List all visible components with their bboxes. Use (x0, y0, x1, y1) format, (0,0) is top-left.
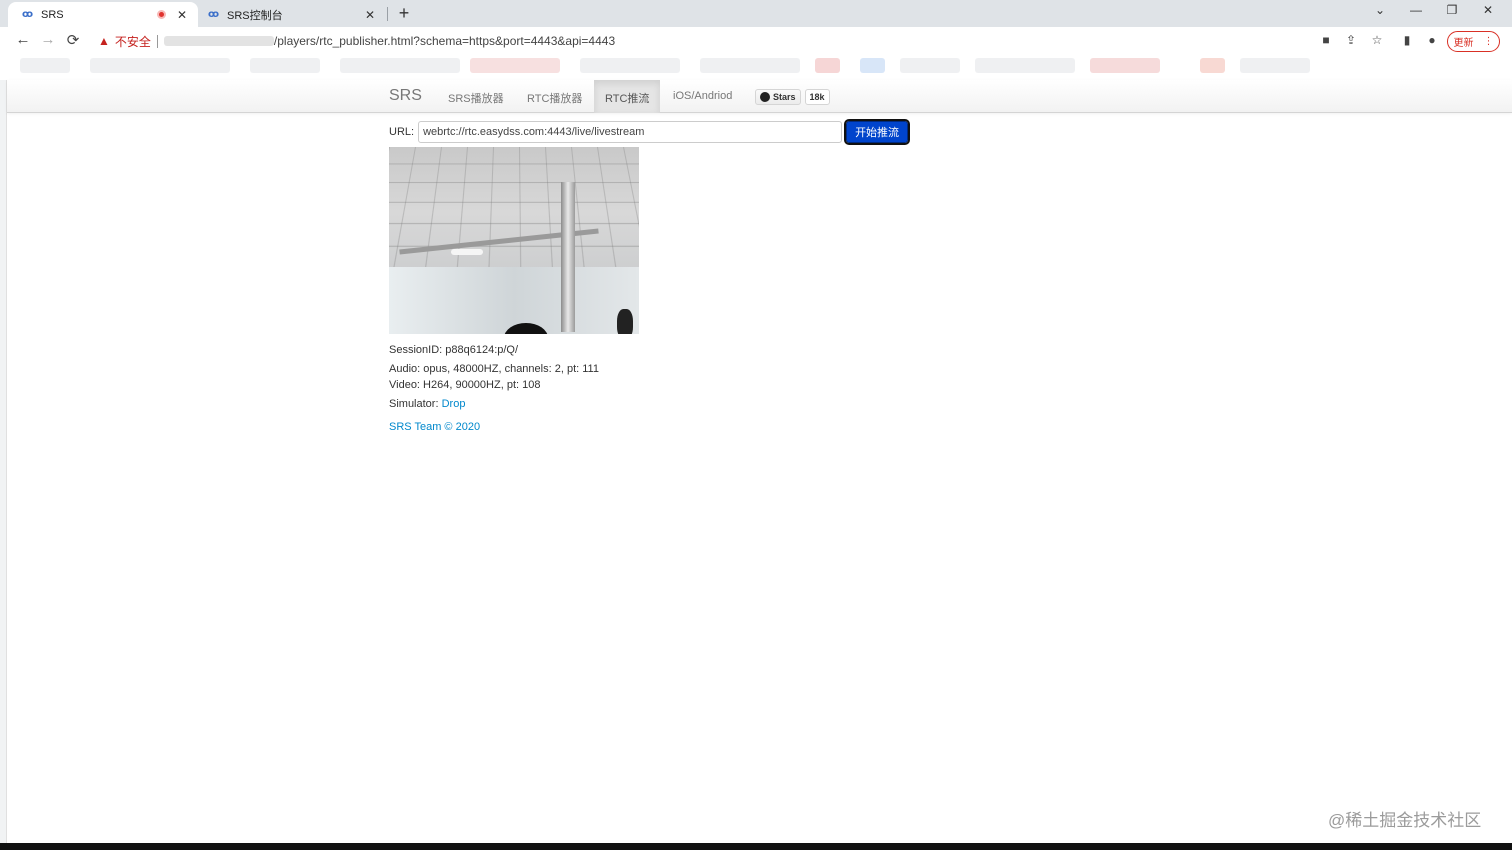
footer-link[interactable]: SRS Team © 2020 (389, 421, 480, 433)
bookmark-item[interactable] (700, 58, 800, 73)
reload-button[interactable]: ⟳ (63, 31, 83, 49)
minimize-button[interactable]: — (1406, 3, 1426, 17)
stream-url-input[interactable] (418, 121, 842, 143)
nav-srs-player[interactable]: SRS播放器 (448, 90, 504, 106)
tab-close-icon[interactable]: ✕ (362, 8, 378, 22)
start-publish-button[interactable]: 开始推流 (846, 121, 908, 143)
recording-indicator-icon (157, 10, 166, 19)
bookmark-item[interactable] (580, 58, 680, 73)
update-button[interactable]: 更新 ⋮ (1447, 31, 1500, 52)
bookmarks-bar (0, 54, 1512, 78)
address-separator (157, 35, 158, 48)
url-row: URL: 开始推流 (389, 121, 908, 143)
github-stars-button[interactable]: Stars (755, 89, 801, 105)
new-tab-button[interactable]: + (396, 3, 412, 24)
nav-rtc-publisher[interactable]: RTC推流 (594, 80, 660, 113)
srs-favicon-icon: ꝏ (208, 9, 221, 20)
bookmark-item[interactable] (1200, 58, 1225, 73)
tab-srs-console[interactable]: ꝏ SRS控制台 ✕ (200, 2, 386, 27)
left-edge (0, 80, 7, 843)
video-preview (389, 147, 639, 334)
tab-srs[interactable]: ꝏ SRS ✕ (8, 2, 198, 27)
bookmark-item[interactable] (340, 58, 460, 73)
side-panel-icon[interactable]: ▮ (1399, 33, 1415, 47)
bookmark-item[interactable] (975, 58, 1075, 73)
audio-info: Audio: opus, 48000HZ, channels: 2, pt: 1… (389, 363, 599, 375)
github-icon (760, 92, 770, 102)
address-bar[interactable]: ▲ 不安全 /players/rtc_publisher.html?schema… (92, 30, 1312, 52)
browser-toolbar: ← → ⟳ ▲ 不安全 /players/rtc_publisher.html?… (0, 27, 1512, 54)
camera-icon[interactable]: ■ (1318, 33, 1334, 47)
github-stars-widget[interactable]: Stars 18k (755, 89, 830, 105)
video-pillar (561, 182, 575, 332)
bookmark-item[interactable] (815, 58, 840, 73)
browser-window: ꝏ SRS ✕ ꝏ SRS控制台 ✕ + ⌄ — ❐ ✕ ← → ⟳ ▲ 不安全… (0, 0, 1512, 850)
brand-link[interactable]: SRS (389, 87, 422, 105)
nav-rtc-player[interactable]: RTC播放器 (527, 90, 582, 106)
menu-icon: ⋮ (1484, 36, 1494, 47)
video-person (617, 309, 633, 334)
blurred-host (164, 36, 274, 46)
bookmark-star-icon[interactable]: ☆ (1369, 33, 1385, 47)
close-window-button[interactable]: ✕ (1478, 3, 1498, 17)
security-label[interactable]: 不安全 (115, 33, 151, 50)
session-id: SessionID: p88q6124:p/Q/ (389, 344, 518, 356)
simulator-row: Simulator: Drop (389, 398, 465, 410)
video-light (451, 249, 483, 255)
share-icon[interactable]: ⇪ (1343, 33, 1359, 47)
bookmark-item[interactable] (250, 58, 320, 73)
video-info: Video: H264, 90000HZ, pt: 108 (389, 379, 540, 391)
restore-button[interactable]: ❐ (1442, 3, 1462, 17)
tab-title: SRS控制台 (227, 7, 362, 23)
bookmark-item[interactable] (900, 58, 960, 73)
tab-strip: ꝏ SRS ✕ ꝏ SRS控制台 ✕ + ⌄ — ❐ ✕ (0, 0, 1512, 27)
simulator-label: Simulator: (389, 398, 439, 410)
tab-separator (387, 7, 388, 21)
bookmark-item[interactable] (90, 58, 230, 73)
github-stars-count[interactable]: 18k (805, 89, 830, 105)
tab-title: SRS (41, 9, 157, 21)
forward-button[interactable]: → (38, 31, 58, 48)
bookmark-item[interactable] (470, 58, 560, 73)
tab-close-icon[interactable]: ✕ (174, 8, 190, 22)
video-wall (389, 267, 639, 334)
url-label: URL: (389, 126, 414, 138)
warning-icon: ▲ (98, 34, 110, 48)
tab-search-dropdown-icon[interactable]: ⌄ (1370, 3, 1390, 17)
nav-ios-android[interactable]: iOS/Andriod (673, 90, 732, 102)
bookmark-item[interactable] (20, 58, 70, 73)
bookmark-item[interactable] (1090, 58, 1160, 73)
update-label: 更新 (1454, 34, 1474, 49)
srs-favicon-icon: ꝏ (22, 9, 35, 20)
profile-icon[interactable]: ● (1424, 33, 1440, 47)
back-button[interactable]: ← (13, 31, 33, 48)
bottom-bar (0, 843, 1512, 850)
url-text[interactable]: /players/rtc_publisher.html?schema=https… (274, 34, 615, 48)
bookmark-item[interactable] (1240, 58, 1310, 73)
github-stars-label: Stars (773, 92, 796, 102)
site-navbar: SRS SRS播放器 RTC播放器 RTC推流 iOS/Andriod Star… (7, 80, 1512, 113)
bookmark-item[interactable] (860, 58, 885, 73)
page-content: SRS SRS播放器 RTC播放器 RTC推流 iOS/Andriod Star… (7, 80, 1512, 843)
simulator-drop-link[interactable]: Drop (442, 398, 466, 410)
watermark: @稀土掘金技术社区 (1328, 806, 1481, 831)
